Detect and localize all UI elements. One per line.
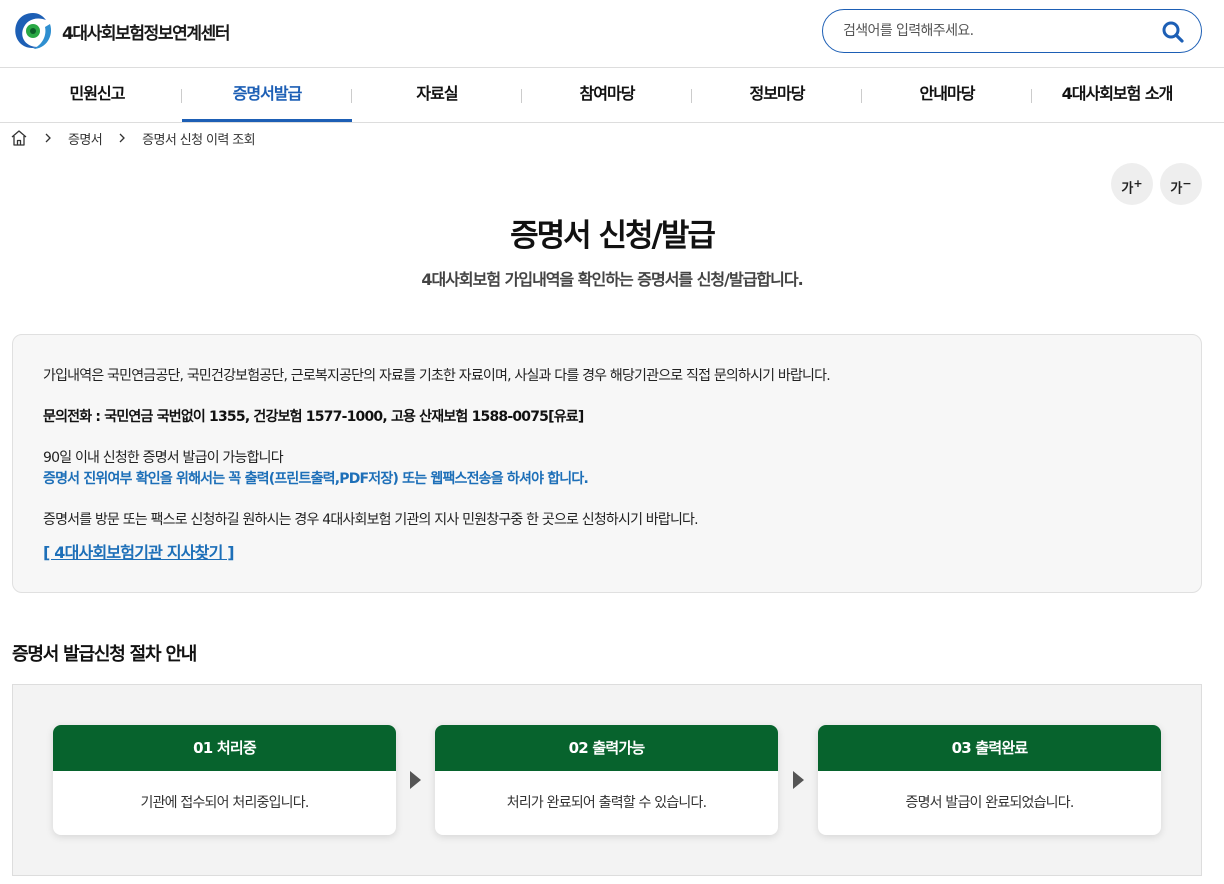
font-increase-label: 가 [1121,181,1134,197]
procedure-step: 02 출력가능 처리가 완료되어 출력할 수 있습니다. [435,725,778,835]
step-title: 02 출력가능 [435,725,778,771]
page-subtitle: 4대사회보험 가입내역을 확인하는 증명서를 신청/발급합니다. [421,270,803,289]
home-icon[interactable] [10,129,28,147]
nav-item-archive[interactable]: 자료실 [352,69,522,122]
search-box [822,9,1202,53]
breadcrumb-item-current[interactable]: 증명서 신청 이력 조회 [142,129,255,148]
site-logo[interactable]: 4대사회보험정보연계센터 [12,10,230,52]
breadcrumb-item-certificate[interactable]: 증명서 [68,129,103,148]
nav-item-about[interactable]: 4대사회보험 소개 [1032,69,1202,122]
nav-item-information[interactable]: 정보마당 [692,69,862,122]
notice-print-required: 증명서 진위여부 확인을 위해서는 꼭 출력(프린트출력,PDF저장) 또는 웹… [43,471,589,487]
step-description: 기관에 접수되어 처리중입니다. [140,795,310,811]
nav-item-participation[interactable]: 참여마당 [522,69,692,122]
procedure-step: 01 처리중 기관에 접수되어 처리중입니다. [53,725,396,835]
arrow-right-icon [410,771,421,789]
notice-data-source: 가입내역은 국민연금공단, 국민건강보험공단, 근로복지공단의 자료를 기초한 … [43,368,831,384]
notice-visit-fax: 증명서를 방문 또는 팩스로 신청하길 원하시는 경우 4대사회보험 기관의 지… [43,512,699,528]
arrow-right-icon [793,771,804,789]
search-input[interactable] [843,20,1143,42]
minus-icon: − [1182,177,1192,190]
notice-contact-phone: 문의전화 : 국민연금 국번없이 1355, 건강보험 1577-1000, 고… [43,409,584,425]
branch-finder-link[interactable]: [ 4대사회보험기관 지사찾기 ] [43,539,235,563]
step-title: 03 출력완료 [818,725,1161,771]
chevron-right-icon [45,133,51,143]
procedure-title: 증명서 발급신청 절차 안내 [12,644,197,665]
procedure-step: 03 출력완료 증명서 발급이 완료되었습니다. [818,725,1161,835]
procedure-box: 01 처리중 기관에 접수되어 처리중입니다. 02 출력가능 처리가 완료되어… [12,684,1202,876]
step-description: 증명서 발급이 완료되었습니다. [905,795,1075,811]
nav-item-complaint[interactable]: 민원신고 [12,69,182,122]
font-decrease-button[interactable]: 가− [1160,163,1202,205]
logo-text: 4대사회보험정보연계센터 [62,23,230,44]
nav-item-certificate[interactable]: 증명서발급 [182,69,352,122]
plus-icon: + [1133,177,1143,190]
chevron-right-icon [119,133,126,143]
logo-mark-icon [15,13,52,49]
font-increase-button[interactable]: 가+ [1111,163,1153,205]
notice-validity-period: 90일 이내 신청한 증명서 발급이 가능합니다 [43,450,284,466]
page-title: 증명서 신청/발급 [510,218,716,254]
font-decrease-label: 가 [1170,181,1183,197]
search-icon[interactable] [1161,20,1185,44]
breadcrumb: 증명서 증명서 신청 이력 조회 [10,128,256,148]
nav-item-guide[interactable]: 안내마당 [862,69,1032,122]
step-description: 처리가 완료되어 출력할 수 있습니다. [506,795,707,811]
main-nav: 민원신고 증명서발급 자료실 참여마당 정보마당 안내마당 4대사회보험 소개 [0,69,1224,123]
notice-box: 가입내역은 국민연금공단, 국민건강보험공단, 근로복지공단의 자료를 기초한 … [12,334,1202,593]
header: 4대사회보험정보연계센터 [0,0,1224,68]
step-title: 01 처리중 [53,725,396,771]
